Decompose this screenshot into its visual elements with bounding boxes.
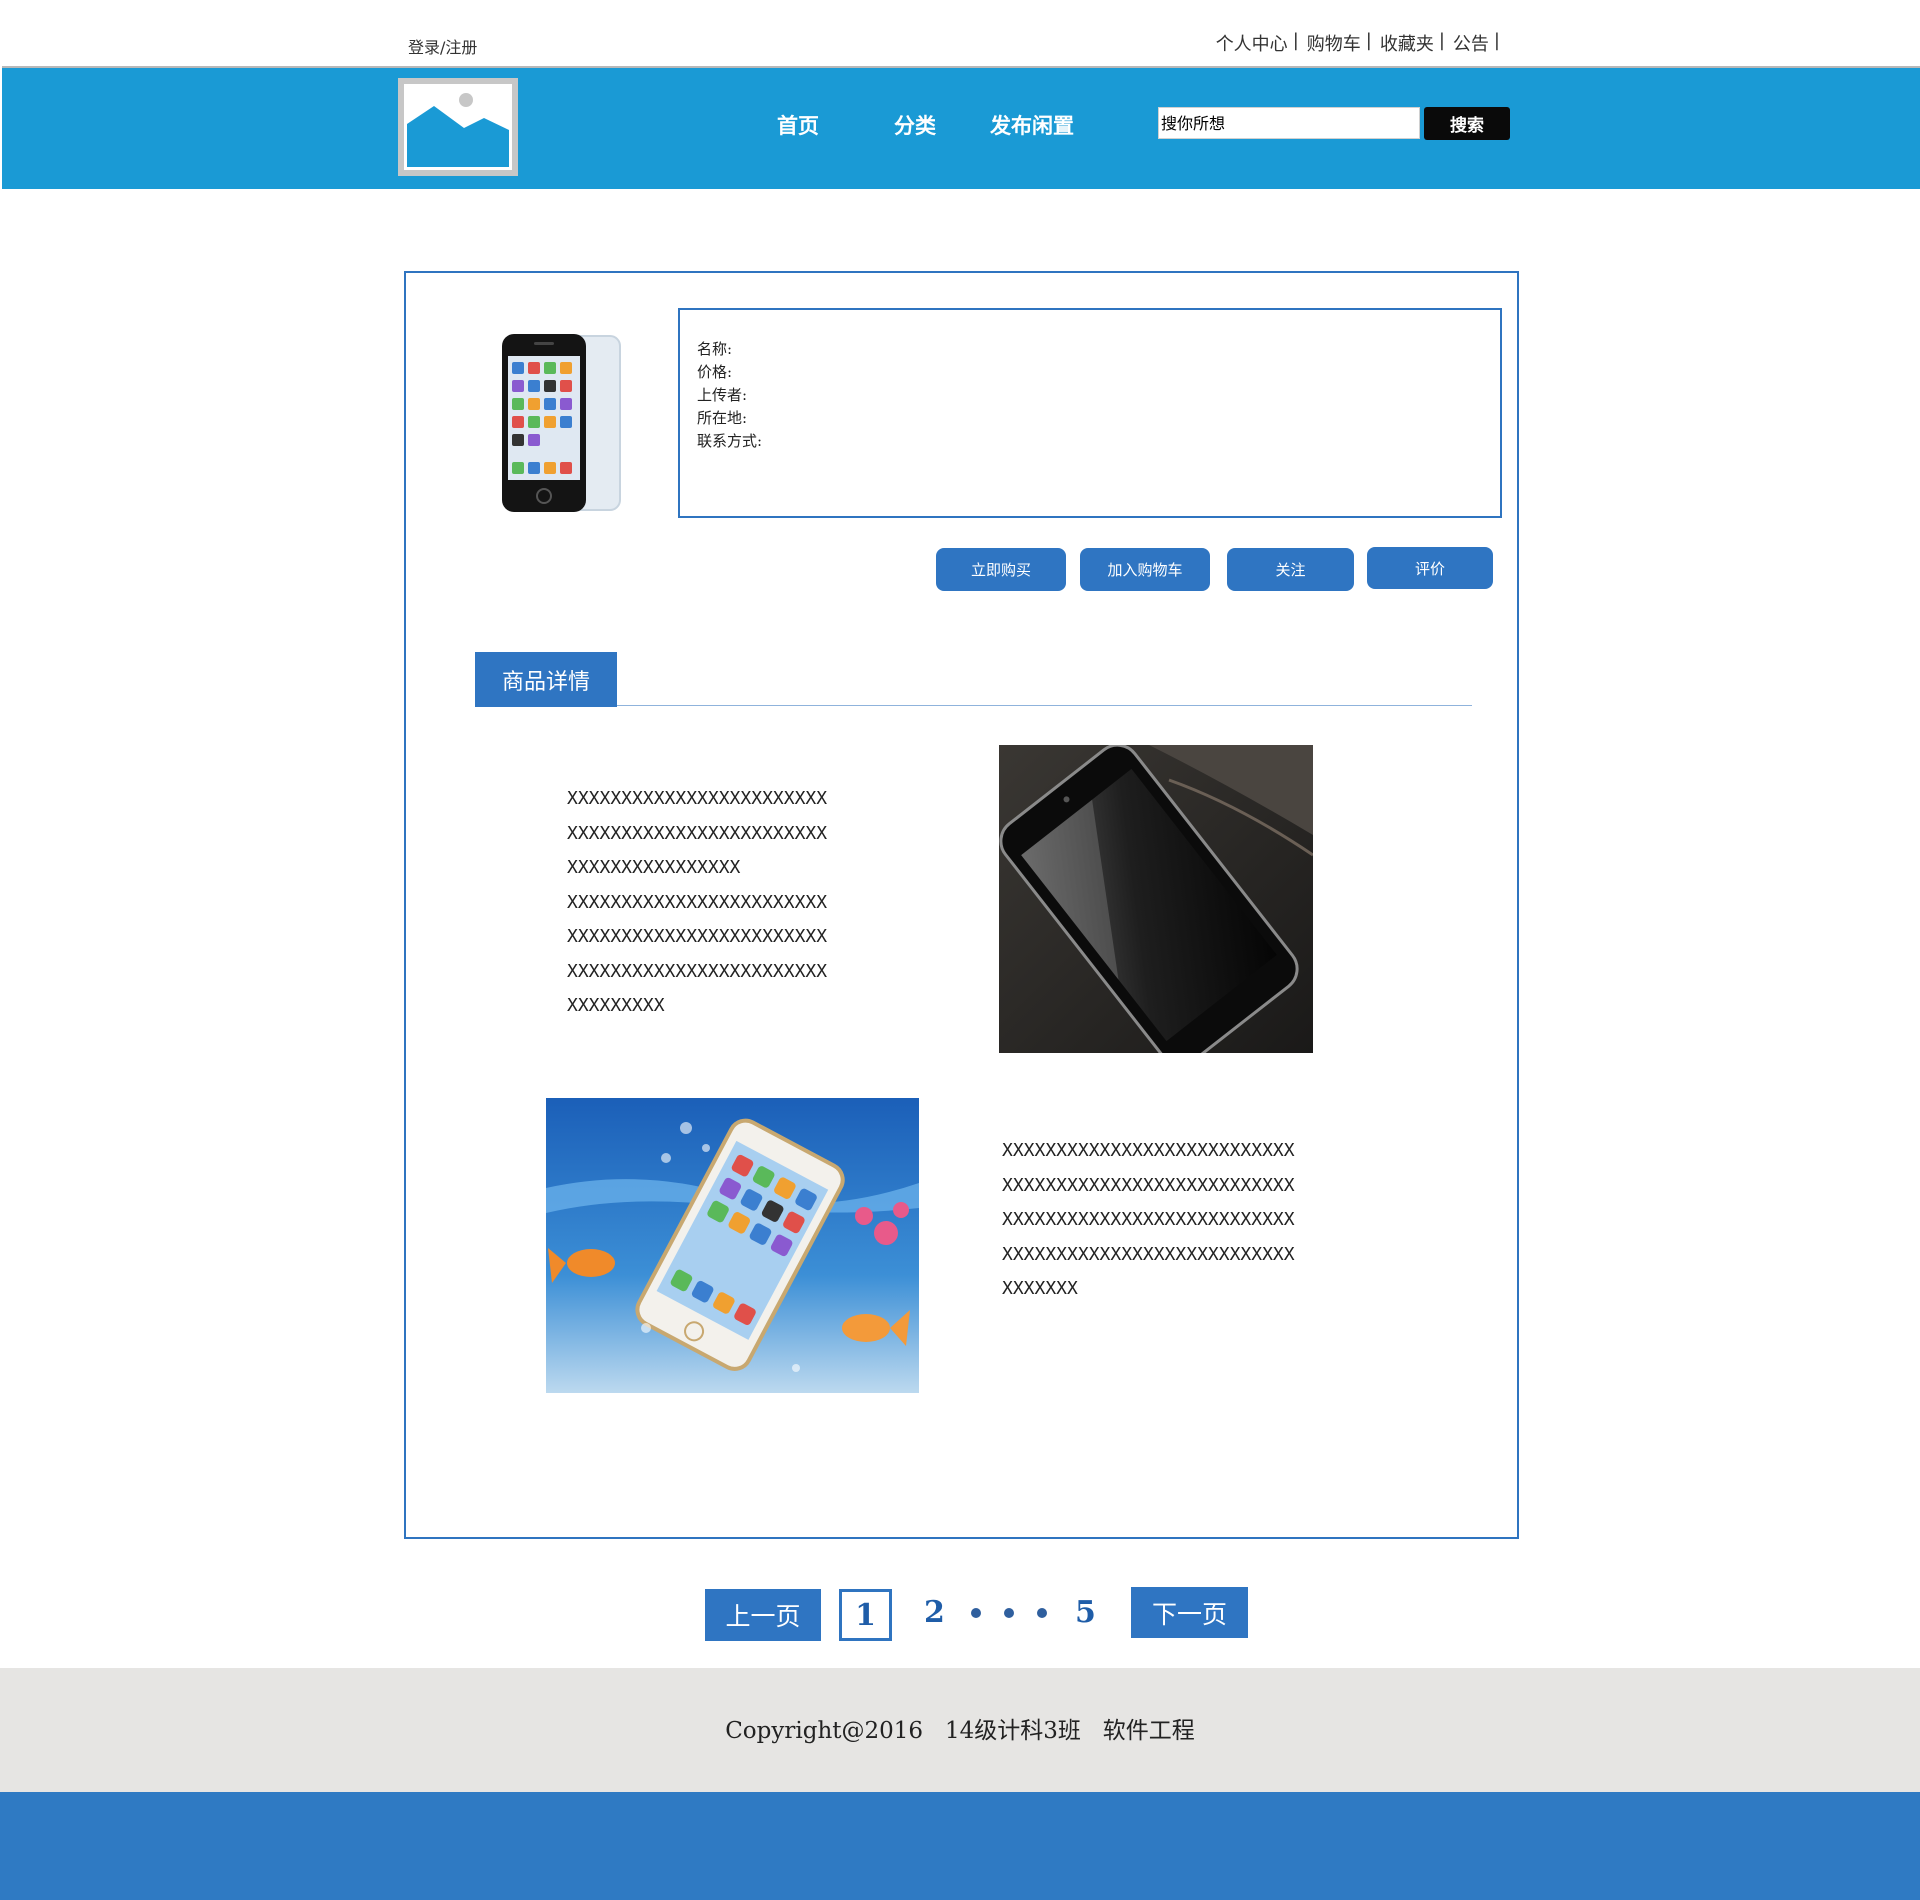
product-info-box	[678, 308, 1502, 518]
search-input[interactable]	[1158, 107, 1420, 139]
review-button[interactable]: 评价	[1367, 547, 1493, 589]
text-line: XXXXXXXXXXXXXXXXXXXXXXXX	[567, 822, 828, 844]
header-bar	[2, 68, 1920, 189]
text-line: XXXXXXXXXXXXXXXXXXXXXXXXXXX	[1002, 1243, 1295, 1265]
text-line: XXXXXXXXXXXXXXXXXXXXXXXXXXX	[1002, 1174, 1295, 1196]
image-placeholder-icon	[404, 84, 512, 170]
text-line: XXXXXXXXXXXXXXXXXXXXXXXX	[567, 788, 828, 809]
page-5-button[interactable]: 5	[1075, 1595, 1096, 1630]
ellipsis-dot	[1004, 1608, 1014, 1618]
text-line: XXXXXXXXXXXXXXXX	[567, 857, 741, 878]
detail-paragraph-1: XXXXXXXXXXXXXXXXXXXXXXXX XXXXXXXXXXXXXXX…	[567, 782, 827, 1024]
details-divider	[617, 705, 1472, 706]
text-line: XXXXXXXXX	[567, 995, 665, 1016]
separator: |	[1365, 30, 1372, 51]
site-logo[interactable]	[398, 78, 518, 176]
follow-button[interactable]: 关注	[1227, 548, 1354, 591]
ellipsis-dot	[971, 1608, 981, 1618]
text-line: XXXXXXXXXXXXXXXXXXXXXXXXXXX	[1002, 1140, 1295, 1161]
field-price-label: 价格:	[697, 363, 733, 381]
page-2-button[interactable]: 2	[924, 1595, 945, 1630]
field-uploader-label: 上传者:	[697, 386, 748, 404]
field-contact-label: 联系方式:	[697, 432, 763, 450]
bottom-bar	[0, 1792, 1920, 1900]
product-photo-black-phone	[999, 745, 1313, 1053]
product-thumbnail[interactable]	[496, 328, 634, 518]
separator: |	[1292, 30, 1299, 51]
text-line: XXXXXXXXXXXXXXXXXXXXXXXX	[567, 960, 828, 982]
buy-now-button[interactable]: 立即购买	[936, 548, 1066, 591]
top-links: 个人中心 | 购物车 | 收藏夹 | 公告 |	[1216, 30, 1508, 56]
product-photo-water-phone	[546, 1098, 919, 1393]
page-1-button[interactable]: 1	[839, 1589, 892, 1641]
cart-link[interactable]: 购物车	[1307, 30, 1361, 56]
search-button[interactable]: 搜索	[1424, 107, 1510, 140]
field-location-label: 所在地:	[697, 409, 748, 427]
personal-center-link[interactable]: 个人中心	[1216, 30, 1288, 56]
separator: |	[1493, 30, 1500, 51]
tab-product-details[interactable]: 商品详情	[475, 652, 617, 707]
favorites-link[interactable]: 收藏夹	[1380, 30, 1434, 56]
copyright-text: Copyright@2016 14级计科3班 软件工程	[725, 1718, 1195, 1744]
text-line: XXXXXXXXXXXXXXXXXXXXXXXX	[567, 926, 828, 947]
nav-category[interactable]: 分类	[894, 110, 936, 140]
detail-paragraph-2: XXXXXXXXXXXXXXXXXXXXXXXXXXX XXXXXXXXXXXX…	[1002, 1134, 1295, 1307]
announcement-link[interactable]: 公告	[1453, 30, 1489, 56]
add-to-cart-button[interactable]: 加入购物车	[1080, 548, 1210, 591]
ellipsis-dot	[1037, 1608, 1047, 1618]
login-register-link[interactable]: 登录/注册	[408, 34, 477, 58]
nav-home[interactable]: 首页	[777, 110, 819, 140]
separator: |	[1438, 30, 1445, 51]
text-line: XXXXXXXXXXXXXXXXXXXXXXXX	[567, 891, 828, 913]
nav-publish[interactable]: 发布闲置	[990, 110, 1074, 140]
next-page-button[interactable]: 下一页	[1131, 1587, 1248, 1638]
field-name-label: 名称:	[697, 340, 733, 358]
text-line: XXXXXXX	[1002, 1278, 1078, 1299]
text-line: XXXXXXXXXXXXXXXXXXXXXXXXXXX	[1002, 1209, 1295, 1230]
prev-page-button[interactable]: 上一页	[705, 1589, 821, 1641]
top-bar	[0, 0, 1920, 66]
